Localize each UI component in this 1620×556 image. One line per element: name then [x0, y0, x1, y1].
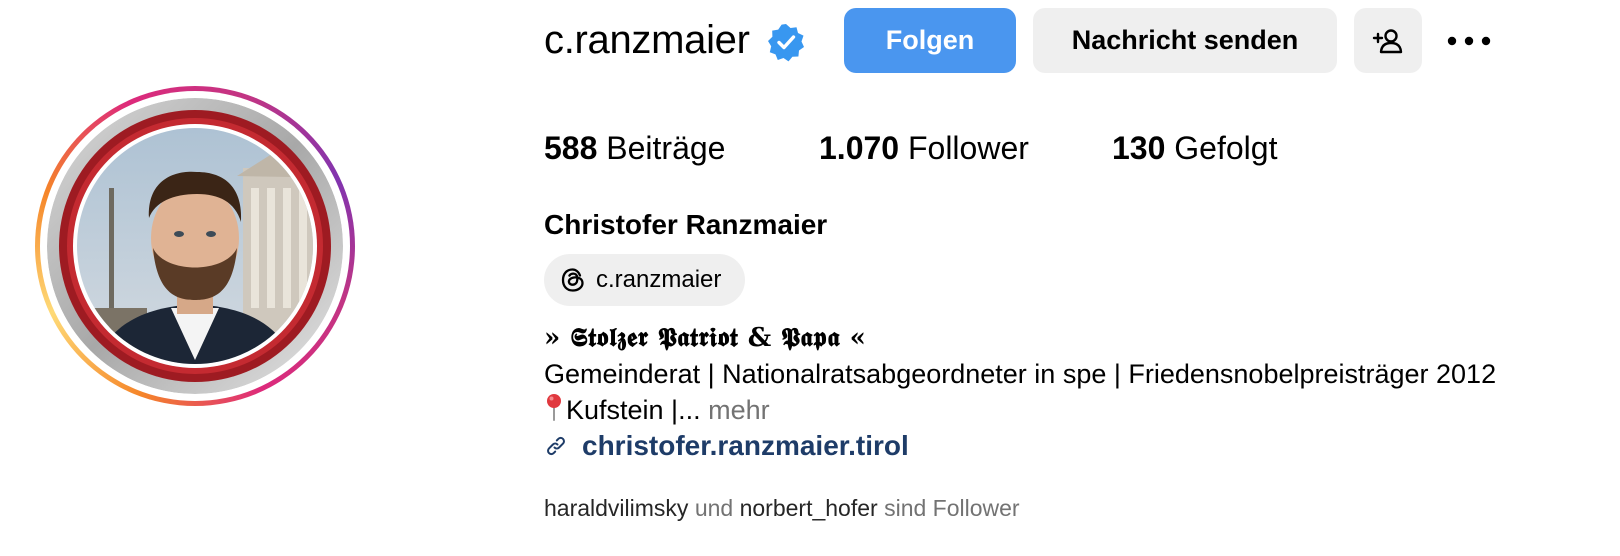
posts-count-value: 588 [544, 130, 598, 166]
following-count-label: Gefolgt [1174, 130, 1278, 166]
threads-icon [561, 268, 584, 292]
posts-count-label: Beiträge [606, 130, 726, 166]
website-link[interactable]: christofer.ranzmaier.tirol [544, 428, 909, 464]
threads-profile-link[interactable]: c.ranzmaier [544, 254, 745, 306]
following-count-value: 130 [1112, 130, 1166, 166]
send-message-button[interactable]: Nachricht senden [1033, 8, 1337, 73]
posts-count: 588 Beiträge [544, 128, 725, 168]
bio-more-link[interactable]: mehr [708, 395, 770, 425]
followed-by-suffix: sind Follower [884, 495, 1020, 521]
profile-photo-image [47, 98, 343, 394]
bio-location-text: Kufstein |... [566, 395, 701, 425]
link-icon [547, 436, 565, 456]
following-count[interactable]: 130 Gefolgt [1112, 128, 1277, 168]
mutual-follower-2[interactable]: norbert_hofer [740, 495, 878, 521]
round-pushpin-icon [547, 394, 561, 421]
bio-location-line: Kufstein |... mehr [544, 392, 770, 428]
threads-handle: c.ranzmaier [596, 266, 722, 293]
profile-username: c.ranzmaier [544, 18, 750, 62]
followers-count-value: 1.070 [819, 130, 900, 166]
website-url: christofer.ranzmaier.tirol [582, 430, 909, 461]
profile-picture[interactable] [47, 98, 343, 394]
follow-button[interactable]: Folgen [844, 8, 1016, 73]
followed-by-connector: und [694, 495, 734, 521]
followed-by-line: haraldvilimsky und norbert_hofer sind Fo… [544, 493, 1020, 523]
more-options-button[interactable] [1441, 24, 1497, 58]
bio-tagline: » 𝕾𝖙𝖔𝖑𝖟𝖊𝖗 𝕻𝖆𝖙𝖗𝖎𝖔𝖙 & 𝕻𝖆𝖕𝖆 « [544, 323, 867, 353]
verified-badge-icon [768, 24, 804, 62]
bio-description: Gemeinderat | Nationalratsabgeordneter i… [544, 359, 1497, 389]
profile-picture-ring[interactable] [35, 86, 355, 406]
suggested-accounts-button[interactable] [1354, 8, 1422, 73]
mutual-follower-1[interactable]: haraldvilimsky [544, 495, 688, 521]
followers-count-label: Follower [907, 130, 1029, 166]
more-options-icon [1447, 36, 1491, 46]
followers-count[interactable]: 1.070 Follower [819, 128, 1029, 168]
profile-full-name: Christofer Ranzmaier [544, 209, 828, 240]
add-person-icon [1372, 28, 1403, 53]
